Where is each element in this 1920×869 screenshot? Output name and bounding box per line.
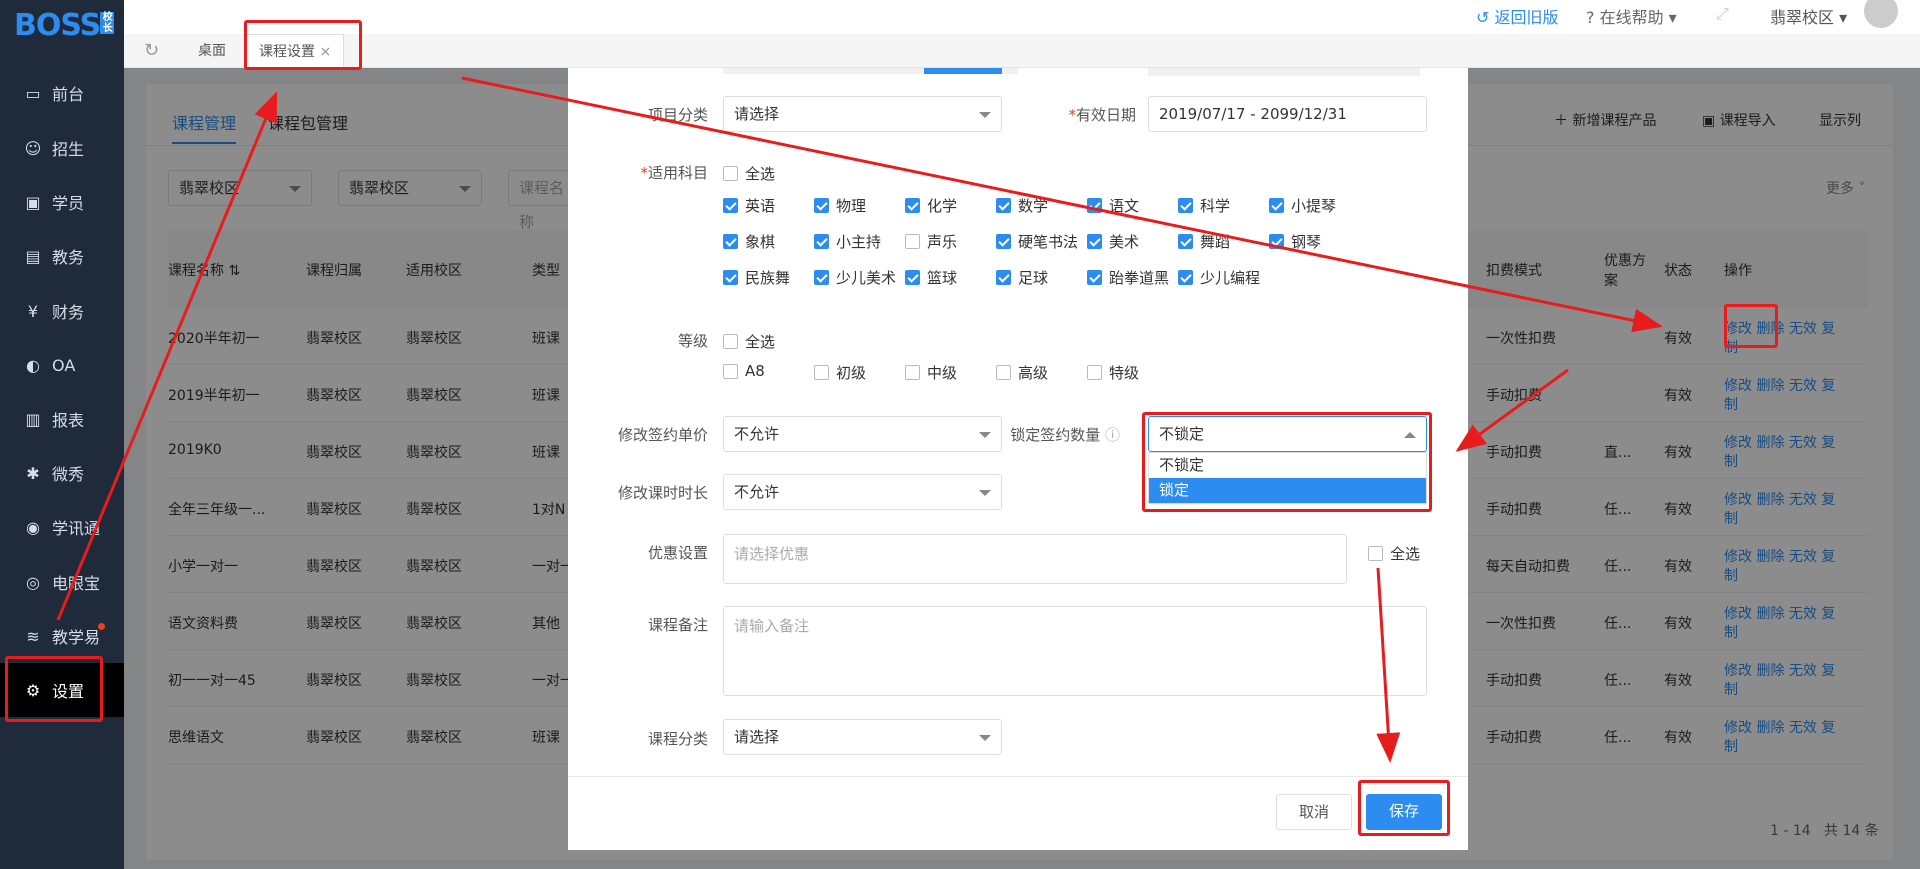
arrow-to-edit	[461, 76, 1663, 333]
arrow-to-dropdown	[1455, 368, 1569, 452]
arrow-to-save	[1376, 567, 1401, 763]
annotation-arrows	[56, 76, 1663, 763]
arrow-to-tab	[56, 91, 278, 621]
